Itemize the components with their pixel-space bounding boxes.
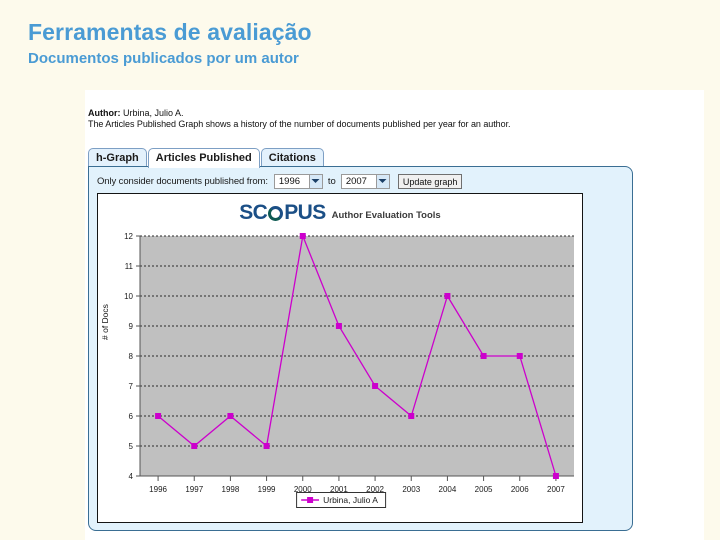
year-from-value: 1996 — [278, 175, 301, 187]
scopus-logo: SC PUS Author Evaluation Tools — [98, 202, 582, 223]
chart-legend: Urbina, Julio A — [296, 492, 386, 508]
tab-strip: h-Graph Articles Published Citations — [88, 148, 325, 168]
tab-h-graph-label: h-Graph — [96, 152, 139, 164]
scopus-wordmark: SC PUS — [239, 201, 326, 224]
author-line: Author: Urbina, Julio A. — [88, 108, 700, 119]
svg-text:5: 5 — [129, 442, 134, 451]
svg-text:1997: 1997 — [185, 485, 203, 494]
articles-published-panel: Only consider documents published from: … — [88, 166, 633, 531]
slide-header: Ferramentas de avaliação Documentos publ… — [28, 19, 312, 68]
update-graph-button[interactable]: Update graph — [397, 173, 463, 189]
svg-text:1996: 1996 — [149, 485, 167, 494]
svg-text:1998: 1998 — [222, 485, 240, 494]
chevron-down-icon[interactable] — [375, 174, 389, 188]
svg-text:6: 6 — [129, 412, 134, 421]
svg-text:2004: 2004 — [439, 485, 457, 494]
svg-text:2005: 2005 — [475, 485, 493, 494]
svg-text:11: 11 — [125, 262, 134, 271]
legend-marker-icon — [301, 496, 320, 504]
tab-articles-published-label: Articles Published — [155, 152, 252, 164]
tab-citations[interactable]: Citations — [260, 148, 324, 168]
author-name: Urbina, Julio A. — [123, 108, 184, 118]
svg-text:8: 8 — [129, 352, 134, 361]
author-block: Author: Urbina, Julio A. The Articles Pu… — [88, 108, 700, 130]
legend-series-label: Urbina, Julio A — [323, 495, 378, 505]
graph-card: SC PUS Author Evaluation Tools # of Docs… — [97, 193, 583, 523]
tab-citations-label: Citations — [268, 152, 316, 164]
svg-text:10: 10 — [124, 292, 133, 301]
plot-svg: 1211109876541996 1997 1998 1999 2000 2001 2002… — [124, 232, 574, 494]
svg-text:4: 4 — [129, 472, 134, 481]
page-subtitle: Documentos publicados por um autor — [28, 50, 299, 68]
tab-h-graph[interactable]: h-Graph — [88, 148, 147, 168]
scopus-tagline: Author Evaluation Tools — [331, 210, 441, 221]
svg-text:1999: 1999 — [258, 485, 276, 494]
graph-description: The Articles Published Graph shows a his… — [88, 119, 511, 129]
year-from-select[interactable]: 1996 — [273, 173, 323, 189]
svg-text:9: 9 — [129, 322, 134, 331]
year-filter-label: Only consider documents published from: — [97, 175, 268, 187]
scopus-brand-prefix: SC — [239, 201, 268, 224]
page-title: Ferramentas de avaliação — [28, 19, 312, 45]
articles-published-plot: # of Docs 12 11 10 9 8 7 6 5 4 1996 1997 1998 1999 20… — [98, 228, 584, 522]
svg-text:12: 12 — [124, 232, 133, 241]
year-to-value: 2007 — [345, 175, 367, 187]
scopus-o-icon — [268, 206, 284, 221]
year-filter-bar: Only consider documents published from: … — [97, 173, 463, 189]
scopus-screenshot-capture: Author: Urbina, Julio A. The Articles Pu… — [85, 90, 704, 540]
author-label: Author: — [88, 108, 121, 118]
chevron-down-icon[interactable] — [308, 174, 322, 188]
svg-text:7: 7 — [129, 382, 134, 391]
year-to-select[interactable]: 2007 — [340, 173, 390, 189]
year-range-to-label: to — [327, 175, 336, 187]
svg-text:2003: 2003 — [402, 485, 420, 494]
tab-articles-published[interactable]: Articles Published — [147, 148, 260, 168]
svg-text:2006: 2006 — [511, 485, 529, 494]
scopus-brand-suffix: PUS — [284, 201, 326, 224]
svg-text:2007: 2007 — [547, 485, 565, 494]
slide-right-margin — [704, 0, 720, 540]
